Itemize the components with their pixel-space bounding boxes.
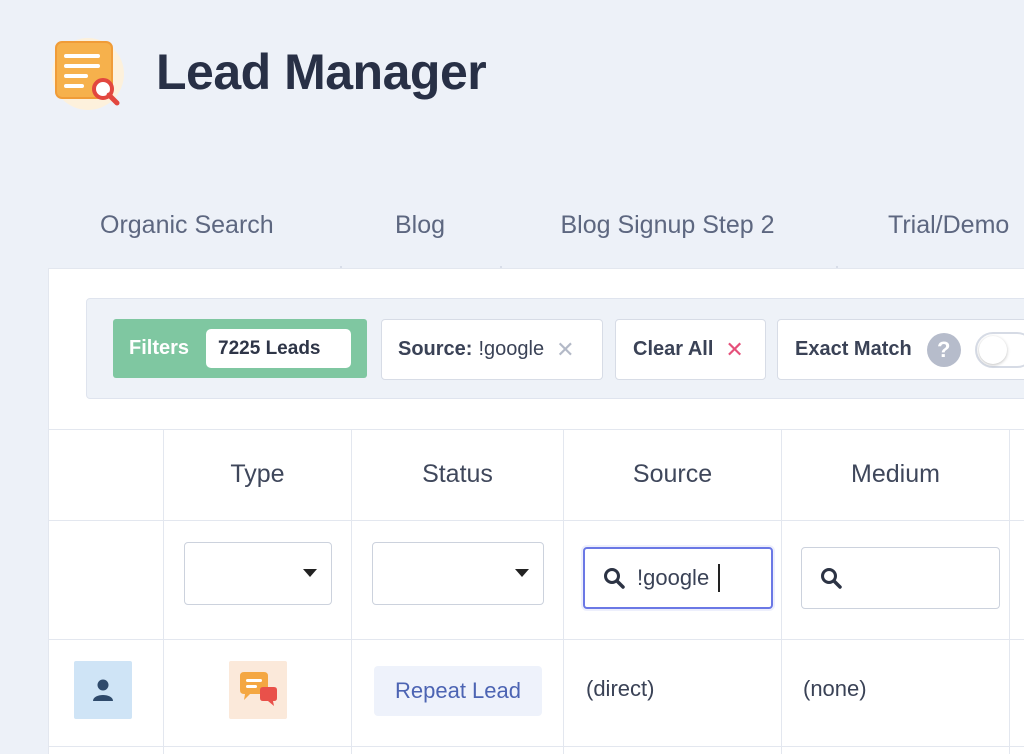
- source-search-input[interactable]: [637, 565, 719, 591]
- user-icon: [93, 679, 113, 701]
- column-header-medium[interactable]: Medium: [782, 429, 1009, 520]
- source-search-input-wrap[interactable]: [583, 547, 773, 609]
- filters-label: Filters: [129, 337, 190, 359]
- app-header: Lead Manager: [50, 34, 487, 110]
- medium-search-input-wrap[interactable]: [801, 547, 1000, 609]
- medium-search-input[interactable]: [854, 565, 964, 591]
- leads-panel: Filters 7225 Leads Source: !google ✕ Cle…: [48, 268, 1024, 754]
- filters-summary[interactable]: Filters 7225 Leads: [113, 319, 367, 378]
- lead-manager-logo-icon: [50, 34, 126, 110]
- exact-match-control: Exact Match ?: [777, 319, 1024, 380]
- source-filter-key: Source:: [398, 338, 473, 360]
- status-filter-select[interactable]: [372, 542, 544, 605]
- chevron-down-icon: [303, 569, 317, 577]
- text-cursor: [718, 564, 720, 592]
- source-cell: (direct): [586, 676, 655, 701]
- view-lead-button[interactable]: [74, 661, 132, 719]
- table-divider: [1009, 429, 1010, 754]
- tab-trial-demo[interactable]: Trial/Demo: [838, 180, 1024, 270]
- filter-bar: Filters 7225 Leads Source: !google ✕ Cle…: [86, 298, 1024, 399]
- page-title: Lead Manager: [156, 44, 487, 100]
- column-header-source[interactable]: Source: [564, 429, 781, 520]
- table-divider: [49, 520, 1024, 521]
- medium-cell: (none): [803, 676, 867, 701]
- source-filter-value: !google: [478, 338, 545, 360]
- type-filter-select[interactable]: [184, 542, 332, 605]
- clear-all-label: Clear All: [633, 338, 714, 360]
- close-icon[interactable]: ✕: [556, 337, 574, 363]
- tab-blog-signup-step-2[interactable]: Blog Signup Step 2: [500, 180, 835, 270]
- chevron-down-icon: [515, 569, 529, 577]
- exact-match-label: Exact Match: [795, 338, 912, 360]
- tab-blog[interactable]: Blog: [340, 180, 500, 270]
- status-badge: Repeat Lead: [374, 666, 542, 716]
- table-divider: [49, 639, 1024, 640]
- help-icon[interactable]: ?: [926, 332, 961, 367]
- source-filter-chip[interactable]: Source: !google ✕: [381, 319, 603, 380]
- column-header-status[interactable]: Status: [352, 429, 563, 520]
- search-icon: [821, 568, 842, 589]
- exact-match-toggle[interactable]: [974, 331, 1024, 368]
- search-icon: [604, 568, 625, 589]
- leads-count: 7225 Leads: [206, 329, 352, 368]
- tab-organic-search[interactable]: Organic Search: [66, 180, 326, 270]
- column-header-type[interactable]: Type: [164, 429, 351, 520]
- table-divider: [49, 746, 1024, 747]
- tab-bar: Organic Search Blog Blog Signup Step 2 T…: [48, 180, 1024, 270]
- clear-all-button[interactable]: Clear All ✕: [615, 319, 766, 380]
- close-icon: ✕: [725, 336, 744, 362]
- chat-icon: [229, 661, 287, 719]
